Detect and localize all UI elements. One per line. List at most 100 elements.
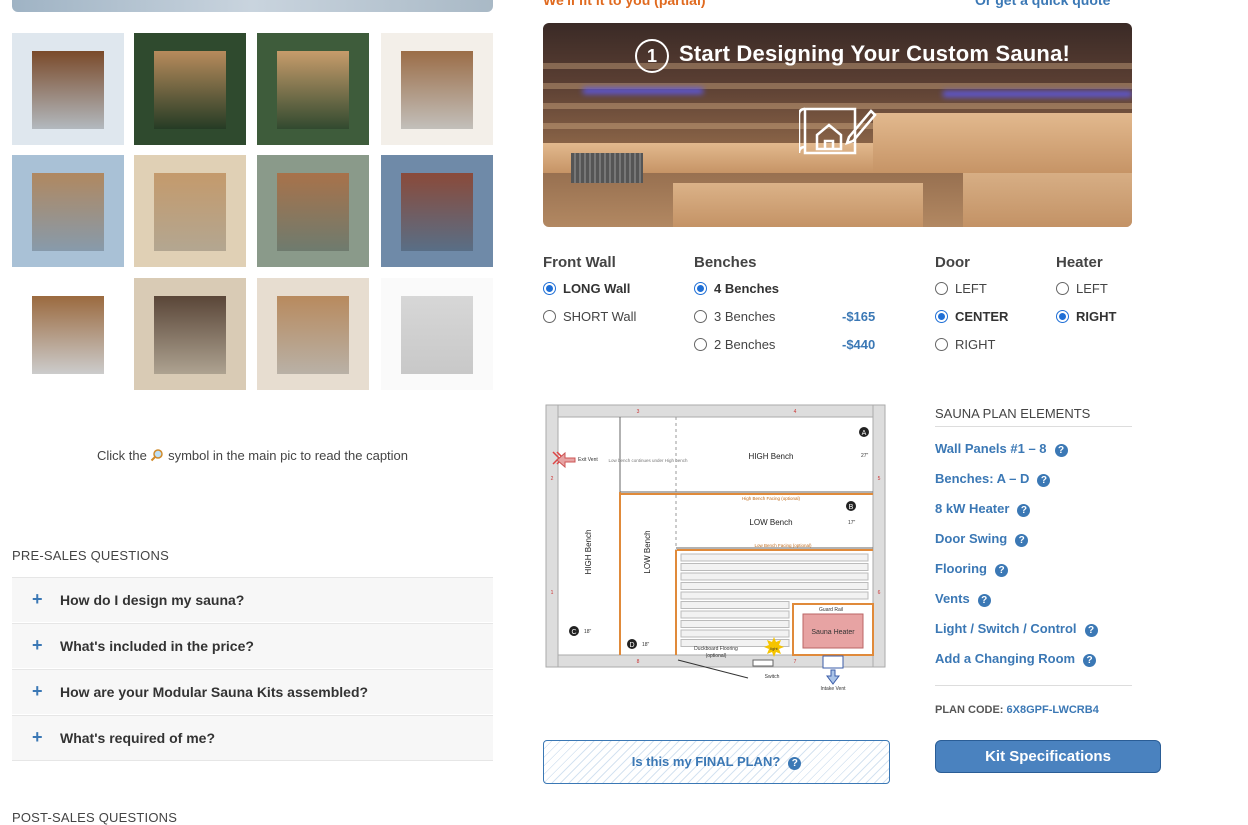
duckboard-slat [680, 553, 869, 562]
plan-elements-title: SAUNA PLAN ELEMENTS [935, 406, 1091, 421]
kit-specifications-button[interactable]: Kit Specifications [935, 740, 1161, 773]
faq-item[interactable]: + How do I design my sauna? [12, 577, 493, 622]
help-icon[interactable]: ? [1054, 444, 1068, 457]
intake-arrow-icon [826, 669, 840, 685]
plan-element-label: Flooring [935, 561, 987, 576]
plan-element-link[interactable]: Benches: A – D? [935, 471, 1051, 487]
gallery-thumbnail[interactable] [12, 155, 124, 267]
hero-banner[interactable]: 1 Start Designing Your Custom Sauna! [543, 23, 1132, 227]
sauna-cabin-shape [154, 51, 226, 129]
radio-button[interactable] [1056, 282, 1069, 295]
gallery-thumbnail[interactable] [257, 155, 369, 267]
help-icon[interactable]: ? [977, 594, 991, 607]
faq-question[interactable]: What's included in the price? [60, 638, 254, 654]
faq-question[interactable]: How are your Modular Sauna Kits assemble… [60, 684, 368, 700]
plan-element-link[interactable]: 8 kW Heater? [935, 501, 1031, 517]
plan-low-facing: Low Bench Facing (optional) [754, 543, 812, 548]
gallery-thumbnail[interactable] [12, 33, 124, 145]
switch-icon [752, 659, 774, 667]
plan-intake-vent: Intake Vent [820, 686, 846, 692]
plus-icon: + [32, 635, 43, 655]
plan-heater-label: Sauna Heater [811, 629, 855, 636]
radio-button[interactable] [1056, 310, 1069, 323]
gallery-thumbnail[interactable] [134, 155, 246, 267]
duckboard-slat [680, 601, 790, 609]
help-icon[interactable]: ? [1037, 474, 1051, 487]
radio-button[interactable] [543, 282, 556, 295]
benches-2-option[interactable]: 2 Benches [694, 337, 775, 352]
fit-link[interactable]: We'll fit it to you (partial) [543, 0, 706, 8]
duckboard-slat [680, 629, 790, 638]
plan-switch: Switch [765, 674, 780, 680]
plan-high-bench-vertical: HIGH Bench [584, 530, 593, 575]
door-right-option[interactable]: RIGHT [935, 337, 995, 352]
radio-button[interactable] [543, 310, 556, 323]
sauna-cabin-shape [32, 296, 104, 374]
radio-button[interactable] [935, 310, 948, 323]
gallery-thumbnail[interactable] [257, 278, 369, 390]
plan-element-link[interactable]: Wall Panels #1 – 8? [935, 441, 1068, 457]
gallery-thumbnail[interactable] [381, 278, 493, 390]
plan-element-link[interactable]: Flooring? [935, 561, 1008, 577]
gallery-thumbnail[interactable] [381, 155, 493, 267]
plan-guard-rail: Guard Rail [819, 607, 843, 613]
door-center-option[interactable]: CENTER [935, 309, 1008, 324]
plan-exit-vent: Exit Vent [578, 457, 598, 463]
front-wall-long-option[interactable]: LONG Wall [543, 281, 630, 296]
faq-question[interactable]: What's required of me? [60, 730, 215, 746]
plan-element-link[interactable]: Door Swing? [935, 531, 1029, 547]
gallery-thumbnail[interactable] [257, 33, 369, 145]
help-icon[interactable]: ? [1083, 654, 1097, 667]
sauna-cabin-shape [401, 173, 473, 251]
gallery-thumbnail[interactable] [12, 278, 124, 390]
faq-item[interactable]: + What's included in the price? [12, 623, 493, 668]
radio-button[interactable] [694, 310, 707, 323]
marker-c-text: C [571, 629, 576, 636]
final-plan-button[interactable]: Is this my FINAL PLAN?? [543, 740, 890, 784]
radio-button[interactable] [935, 338, 948, 351]
radio-button[interactable] [694, 282, 707, 295]
front-wall-short-option[interactable]: SHORT Wall [543, 309, 636, 324]
plus-icon: + [32, 727, 43, 747]
bench-lower-right [963, 173, 1132, 227]
duckboard-slat [680, 620, 790, 628]
help-icon[interactable]: ? [1017, 504, 1031, 517]
heater-left-option[interactable]: LEFT [1056, 281, 1108, 296]
help-icon[interactable]: ? [788, 757, 802, 770]
plan-element-link[interactable]: Vents? [935, 591, 991, 607]
faq-item[interactable]: + What's required of me? [12, 715, 493, 761]
gallery-thumbnail[interactable] [134, 278, 246, 390]
radio-button[interactable] [694, 338, 707, 351]
faq-question[interactable]: How do I design my sauna? [60, 592, 244, 608]
sauna-floor-plan[interactable]: Sauna Heater Guard Rail HIGH Bench LOW B… [543, 402, 888, 698]
plan-light: light [770, 646, 778, 651]
help-icon[interactable]: ? [1084, 624, 1098, 637]
bench-corner [873, 113, 1132, 173]
gallery-thumbnail[interactable] [381, 33, 493, 145]
gallery-thumbnail[interactable] [134, 33, 246, 145]
option-label: SHORT Wall [563, 309, 637, 324]
heater-right-option[interactable]: RIGHT [1056, 309, 1116, 324]
led-glow [583, 88, 703, 94]
option-label: LEFT [1076, 281, 1108, 296]
door-left-option[interactable]: LEFT [935, 281, 987, 296]
plan-element-label: Vents [935, 591, 970, 606]
caption-hint: Click the symbol in the main pic to read… [12, 448, 493, 463]
duckboard-slat [680, 572, 869, 581]
option-label: LEFT [955, 281, 987, 296]
main-gallery-image-edge[interactable] [12, 0, 493, 12]
plan-element-link[interactable]: Light / Switch / Control? [935, 621, 1098, 637]
radio-button[interactable] [935, 282, 948, 295]
help-icon[interactable]: ? [1015, 534, 1029, 547]
plan-code-value: 6X8GPF-LWCRB4 [1006, 704, 1099, 716]
postsales-title: POST-SALES QUESTIONS [12, 810, 178, 825]
benches-3-option[interactable]: 3 Benches [694, 309, 775, 324]
sauna-cabin-shape [154, 296, 226, 374]
plan-element-link[interactable]: Add a Changing Room? [935, 651, 1097, 667]
quick-quote-link[interactable]: Or get a quick quote [975, 0, 1110, 8]
benches-4-option[interactable]: 4 Benches [694, 281, 779, 296]
panel-7: 7 [794, 659, 797, 665]
help-icon[interactable]: ? [995, 564, 1008, 577]
faq-item[interactable]: + How are your Modular Sauna Kits assemb… [12, 669, 493, 714]
plan-duckboard: Duckboard Flooring [694, 646, 738, 652]
